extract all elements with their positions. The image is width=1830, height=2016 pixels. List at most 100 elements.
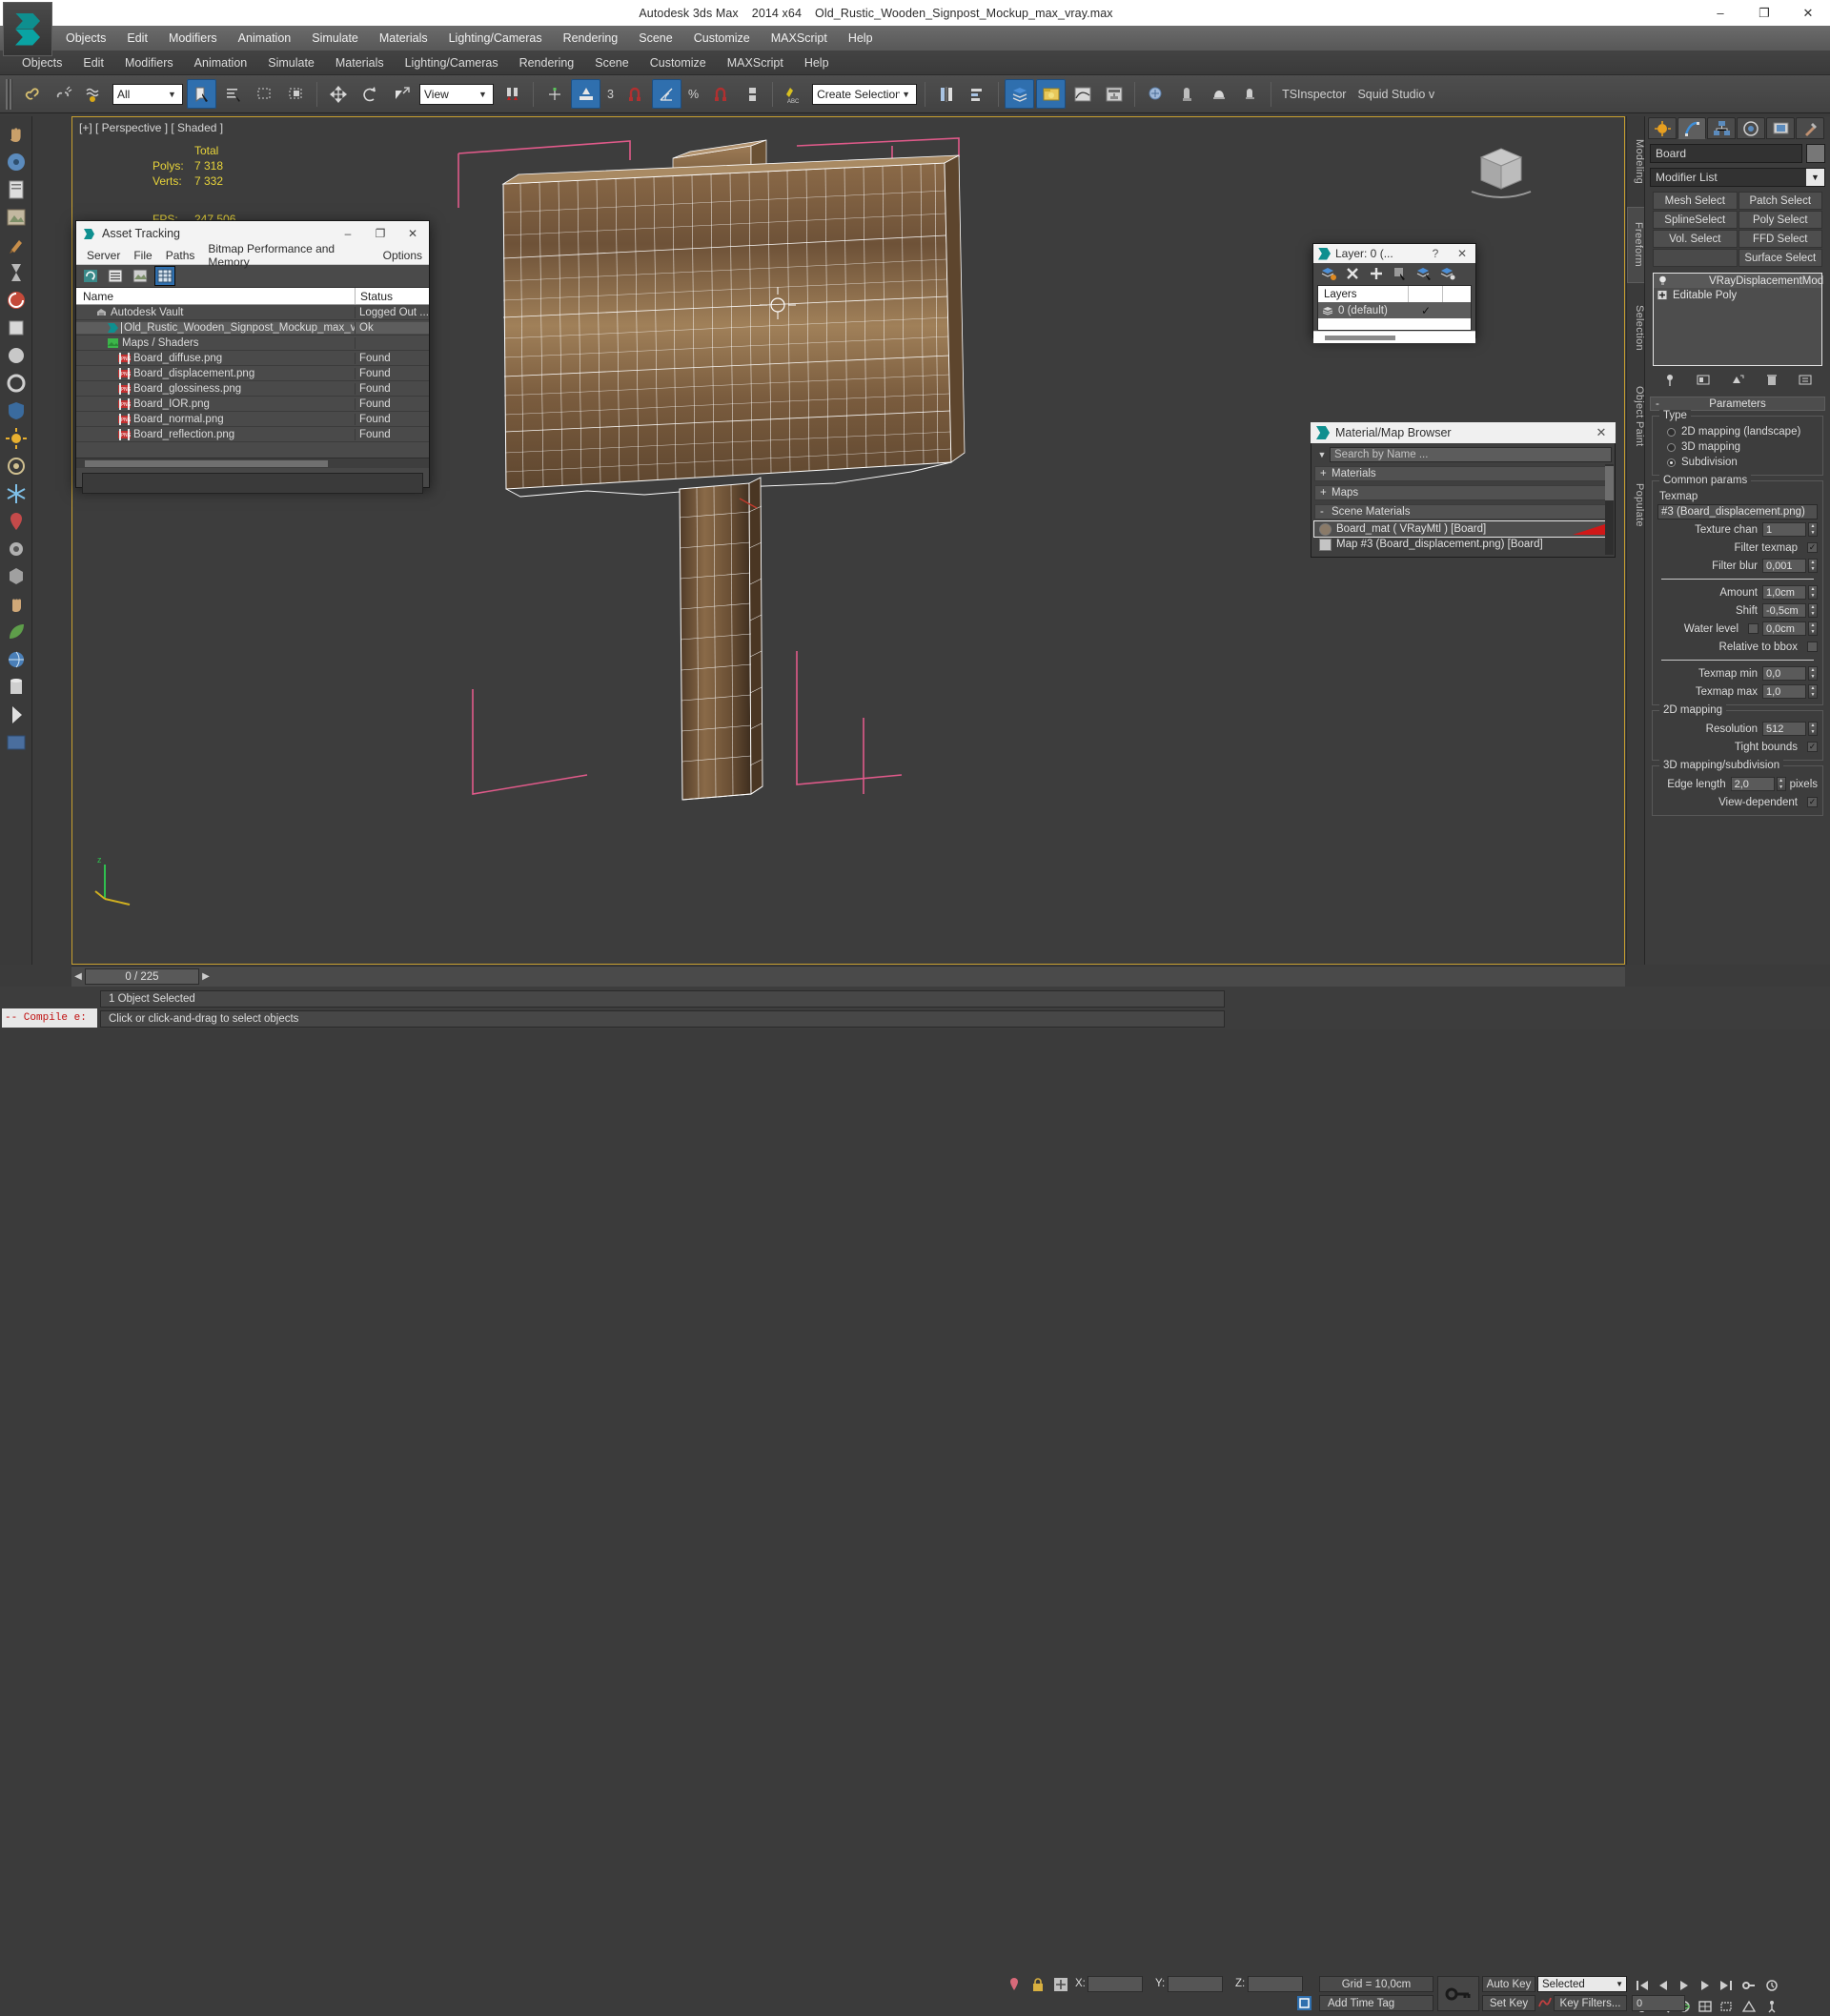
go-to-end-icon[interactable]: [1716, 1976, 1736, 1994]
asset-row[interactable]: PNGBoard_glossiness.pngFound: [76, 381, 429, 397]
mmb-vscrollbar[interactable]: [1605, 464, 1614, 555]
selection-filter-combo[interactable]: All ▼: [112, 84, 183, 105]
menu-item-materials[interactable]: Materials: [369, 26, 438, 51]
asset-row[interactable]: Maps / Shaders: [76, 336, 429, 351]
configure-modifier-sets-icon[interactable]: [1796, 371, 1815, 388]
select-by-name-icon[interactable]: [218, 79, 248, 109]
scene-explorer-icon[interactable]: [1036, 79, 1066, 109]
submenu-item-help[interactable]: Help: [794, 51, 840, 74]
water-level-field[interactable]: 0,0cm: [1762, 621, 1806, 636]
close-button[interactable]: ✕: [1786, 0, 1830, 26]
key-mode-toggle[interactable]: [1437, 1976, 1479, 2011]
side-tab-freeform[interactable]: Freeform: [1627, 207, 1645, 283]
create-new-layer-icon[interactable]: [1318, 265, 1338, 282]
go-to-start-icon[interactable]: [1632, 1976, 1652, 1994]
edit-named-selection-sets-icon[interactable]: ABC: [779, 79, 808, 109]
use-pivot-point-center-icon[interactable]: [498, 79, 527, 109]
reference-coordinate-combo[interactable]: View ▼: [419, 84, 494, 105]
radio-2d-mapping-landscape[interactable]: 2D mapping (landscape): [1657, 424, 1818, 439]
coord-x-field[interactable]: [1088, 1976, 1143, 1992]
make-unique-icon[interactable]: [1728, 371, 1747, 388]
texmap-max-field[interactable]: 1,0: [1762, 684, 1806, 699]
list-view-icon[interactable]: [106, 267, 125, 285]
layer-col-current[interactable]: [1409, 286, 1443, 302]
material-editor-icon[interactable]: [1141, 79, 1170, 109]
remove-modifier-icon[interactable]: [1762, 371, 1781, 388]
menu-item-modifiers[interactable]: Modifiers: [158, 26, 228, 51]
select-object-layer-icon[interactable]: [1390, 265, 1410, 282]
maximize-viewport-icon[interactable]: [1695, 1997, 1715, 2015]
mmb-group-scene-materials[interactable]: - Scene Materials: [1314, 504, 1612, 519]
modifier-button-splineselect[interactable]: SplineSelect: [1653, 211, 1738, 229]
menu-item-customize[interactable]: Customize: [683, 26, 761, 51]
relative-bbox-checkbox[interactable]: [1807, 641, 1818, 652]
rail-icon-circle[interactable]: [4, 371, 29, 396]
tab-motion[interactable]: [1737, 117, 1765, 139]
field-of-view-icon[interactable]: [1738, 1997, 1759, 2015]
layer-manager-icon[interactable]: [1005, 79, 1034, 109]
asset-menu-bitmap-performance-and-memory[interactable]: Bitmap Performance and Memory: [201, 242, 376, 269]
key-filters-button[interactable]: Key Filters...: [1554, 1995, 1627, 2011]
select-and-scale-icon[interactable]: [386, 79, 416, 109]
time-tag-toggle-icon[interactable]: [1296, 1995, 1313, 2012]
view-cube-icon[interactable]: [1464, 136, 1538, 203]
rail-icon-spiral[interactable]: [4, 288, 29, 313]
modifier-stack-entry[interactable]: VRayDisplacementMod: [1654, 274, 1821, 288]
mirror-icon[interactable]: [931, 79, 961, 109]
rail-icon-nut[interactable]: [4, 564, 29, 589]
filter-texmap-checkbox[interactable]: ✓: [1807, 542, 1818, 553]
next-frame-icon[interactable]: [1695, 1976, 1715, 1994]
show-end-result-icon[interactable]: [1694, 371, 1713, 388]
menu-item-scene[interactable]: Scene: [628, 26, 682, 51]
modifier-stack-entry[interactable]: Editable Poly: [1654, 288, 1821, 302]
asset-menu-paths[interactable]: Paths: [159, 249, 202, 262]
spinner-icon[interactable]: ▲▼: [1777, 777, 1786, 791]
snaps-toggle-icon[interactable]: [620, 79, 650, 109]
percent-snap-toggle-icon[interactable]: [705, 79, 735, 109]
select-and-move-icon[interactable]: [323, 79, 353, 109]
tab-modify[interactable]: [1678, 117, 1706, 139]
tab-display[interactable]: [1766, 117, 1795, 139]
layer-close-button[interactable]: ✕: [1449, 247, 1475, 260]
mmb-group-maps[interactable]: + Maps: [1314, 485, 1612, 500]
asset-row[interactable]: PNGBoard_displacement.pngFound: [76, 366, 429, 381]
rail-icon-sun[interactable]: [4, 426, 29, 451]
menu-item-edit[interactable]: Edit: [116, 26, 158, 51]
walkthrough-icon[interactable]: [1761, 1997, 1781, 2015]
mmb-group-materials[interactable]: + Materials: [1314, 466, 1612, 481]
select-and-manipulate-icon[interactable]: [571, 79, 600, 109]
submenu-item-animation[interactable]: Animation: [184, 51, 258, 74]
add-to-layer-icon[interactable]: [1366, 265, 1386, 282]
render-production-icon[interactable]: [1235, 79, 1265, 109]
key-mode-icon[interactable]: [1738, 1976, 1759, 1994]
select-object-icon[interactable]: [187, 79, 216, 109]
align-icon[interactable]: [963, 79, 992, 109]
rail-icon-pin[interactable]: [4, 509, 29, 534]
pin-stack-icon[interactable]: [1660, 371, 1679, 388]
hscroll-thumb[interactable]: [85, 460, 328, 467]
maxscript-mini-listener[interactable]: -- Compile e:: [2, 1008, 97, 1028]
menu-item-rendering[interactable]: Rendering: [553, 26, 629, 51]
layer-properties-icon[interactable]: [1437, 265, 1457, 282]
modifier-button-vol-select[interactable]: Vol. Select: [1653, 230, 1738, 248]
time-slider-handle[interactable]: 0 / 225: [85, 968, 199, 985]
submenu-item-modifiers[interactable]: Modifiers: [114, 51, 184, 74]
mmb-vscroll-thumb[interactable]: [1605, 466, 1614, 500]
edge-length-field[interactable]: 2,0: [1731, 777, 1775, 791]
render-setup-icon[interactable]: [1172, 79, 1202, 109]
side-tab-selection[interactable]: Selection: [1627, 290, 1645, 366]
texmap-min-field[interactable]: 0,0: [1762, 666, 1806, 681]
side-tab-object-paint[interactable]: Object Paint: [1627, 374, 1645, 459]
rail-icon-brush[interactable]: [4, 233, 29, 257]
submenu-item-simulate[interactable]: Simulate: [257, 51, 325, 74]
asset-tracking-window[interactable]: Asset Tracking – ❐ ✕ ServerFilePathsBitm…: [75, 220, 430, 488]
spinner-icon[interactable]: ▲▼: [1808, 603, 1818, 618]
mmb-close-button[interactable]: ✕: [1587, 425, 1616, 440]
tight-bounds-checkbox[interactable]: ✓: [1807, 742, 1818, 752]
select-and-rotate-icon[interactable]: [355, 79, 384, 109]
set-key-filter-icon[interactable]: [1537, 1995, 1555, 2012]
asset-menu-file[interactable]: File: [127, 249, 158, 262]
time-prev-frame-icon[interactable]: ◀: [71, 971, 85, 982]
bind-to-space-warp-icon[interactable]: [79, 79, 109, 109]
rail-icon-cylinder[interactable]: [4, 675, 29, 700]
